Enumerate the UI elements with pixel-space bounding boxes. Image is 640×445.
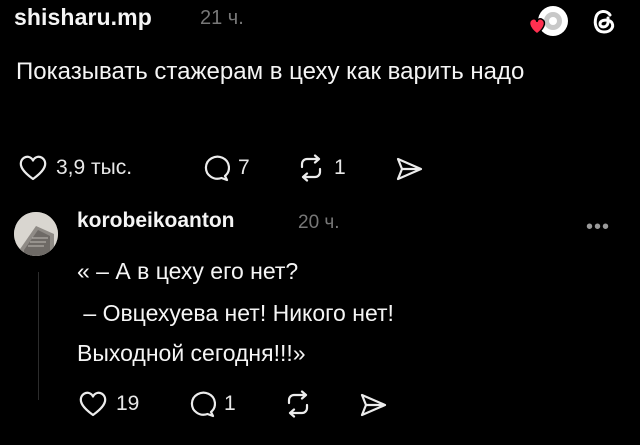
send-icon xyxy=(358,391,388,419)
reply-author-avatar[interactable] xyxy=(14,212,58,256)
heart-icon xyxy=(18,154,48,182)
post-comment-count: 7 xyxy=(238,156,250,179)
post-repost-count: 1 xyxy=(334,156,346,179)
reply-timestamp: 20 ч. xyxy=(298,212,340,233)
post-comment-button[interactable]: 7 xyxy=(200,154,250,182)
reply-author-username[interactable]: korobeikoanton xyxy=(77,209,235,233)
reply-text-line: Выходной сегодня!!!» xyxy=(77,340,306,366)
post-timestamp: 21 ч. xyxy=(200,7,244,29)
activity-badge-icon[interactable] xyxy=(526,4,572,38)
post-text: Показывать стажерам в цеху как варить на… xyxy=(16,58,525,85)
reply-comment-count: 1 xyxy=(224,392,236,415)
reply-text-line: « – А в цеху его нет? xyxy=(77,258,299,284)
post-author-username[interactable]: shisharu.mp xyxy=(14,4,152,31)
reply-text-line: – Овцехуева нет! Никого нет! xyxy=(77,300,394,326)
post-like-count: 3,9 тыс. xyxy=(56,156,133,179)
comment-bubble-icon xyxy=(186,390,216,418)
repost-icon xyxy=(283,390,313,418)
post-like-button[interactable]: 3,9 тыс. xyxy=(18,154,132,182)
comment-bubble-icon xyxy=(200,154,230,182)
repost-icon xyxy=(296,154,326,182)
heart-icon xyxy=(78,390,108,418)
thread-connector-line xyxy=(38,272,39,400)
reply-like-count: 19 xyxy=(116,392,140,415)
reply-like-button[interactable]: 19 xyxy=(78,390,139,418)
reply-share-button[interactable] xyxy=(358,391,388,419)
post-share-button[interactable] xyxy=(394,155,424,183)
threads-logo-icon[interactable] xyxy=(586,4,620,38)
send-icon xyxy=(394,155,424,183)
reply-comment-button[interactable]: 1 xyxy=(186,390,236,418)
reply-repost-button[interactable] xyxy=(283,390,313,418)
post-repost-button[interactable]: 1 xyxy=(296,154,346,182)
more-dots-icon[interactable]: ••• xyxy=(586,216,610,239)
